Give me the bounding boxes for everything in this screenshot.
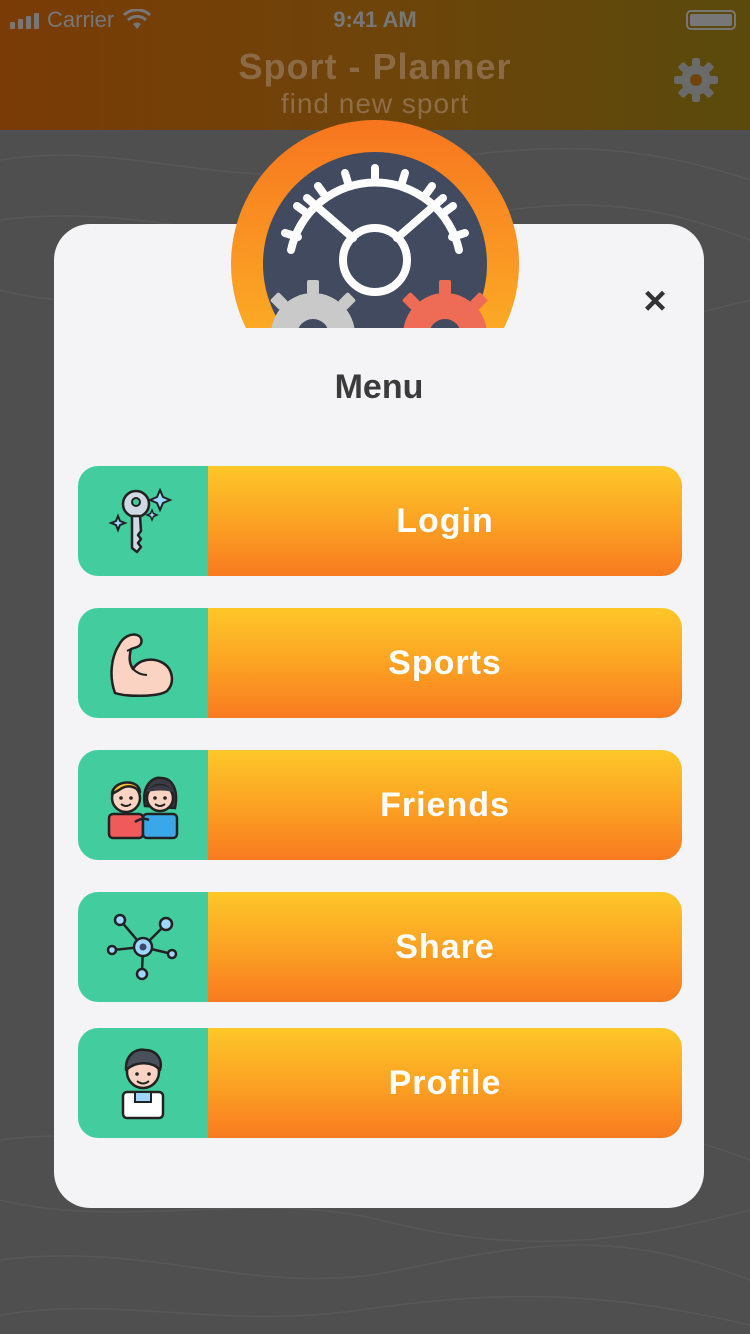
menu-item-label: Profile xyxy=(208,1028,682,1138)
flexed-bicep-icon xyxy=(110,633,174,697)
network-share-icon xyxy=(106,913,178,981)
app-title: Sport - Planner xyxy=(238,46,512,87)
key-icon xyxy=(108,487,173,554)
menu-item-icon-box xyxy=(78,892,208,1002)
friends-icon xyxy=(107,776,179,840)
status-time: 9:41 AM xyxy=(333,7,417,32)
user-profile-icon xyxy=(121,1048,165,1120)
settings-button[interactable] xyxy=(672,56,720,104)
menu-item-label: Login xyxy=(208,466,682,576)
menu-item-label: Sports xyxy=(208,608,682,718)
gear-icon xyxy=(674,58,718,102)
menu-item-share[interactable]: Share xyxy=(78,892,682,1002)
menu-item-label: Friends xyxy=(208,750,682,860)
battery-icon xyxy=(686,10,736,30)
app-header: Carrier 9:41 AM Sport - Planner find new… xyxy=(0,0,750,130)
menu-item-sports[interactable]: Sports xyxy=(78,608,682,718)
close-button[interactable]: × xyxy=(630,276,680,326)
menu-item-login[interactable]: Login xyxy=(78,466,682,576)
gears-logo-icon xyxy=(231,120,519,328)
app-subtitle: find new sport xyxy=(280,88,470,119)
menu-item-friends[interactable]: Friends xyxy=(78,750,682,860)
menu-item-profile[interactable]: Profile xyxy=(78,1028,682,1138)
menu-item-label: Share xyxy=(208,892,682,1002)
menu-item-icon-box xyxy=(78,466,208,576)
status-bar: Carrier 9:41 AM xyxy=(0,0,750,40)
menu-item-icon-box xyxy=(78,750,208,860)
menu-item-icon-box xyxy=(78,608,208,718)
menu-title: Menu xyxy=(334,368,424,406)
menu-item-icon-box xyxy=(78,1028,208,1138)
app-logo xyxy=(231,120,519,328)
